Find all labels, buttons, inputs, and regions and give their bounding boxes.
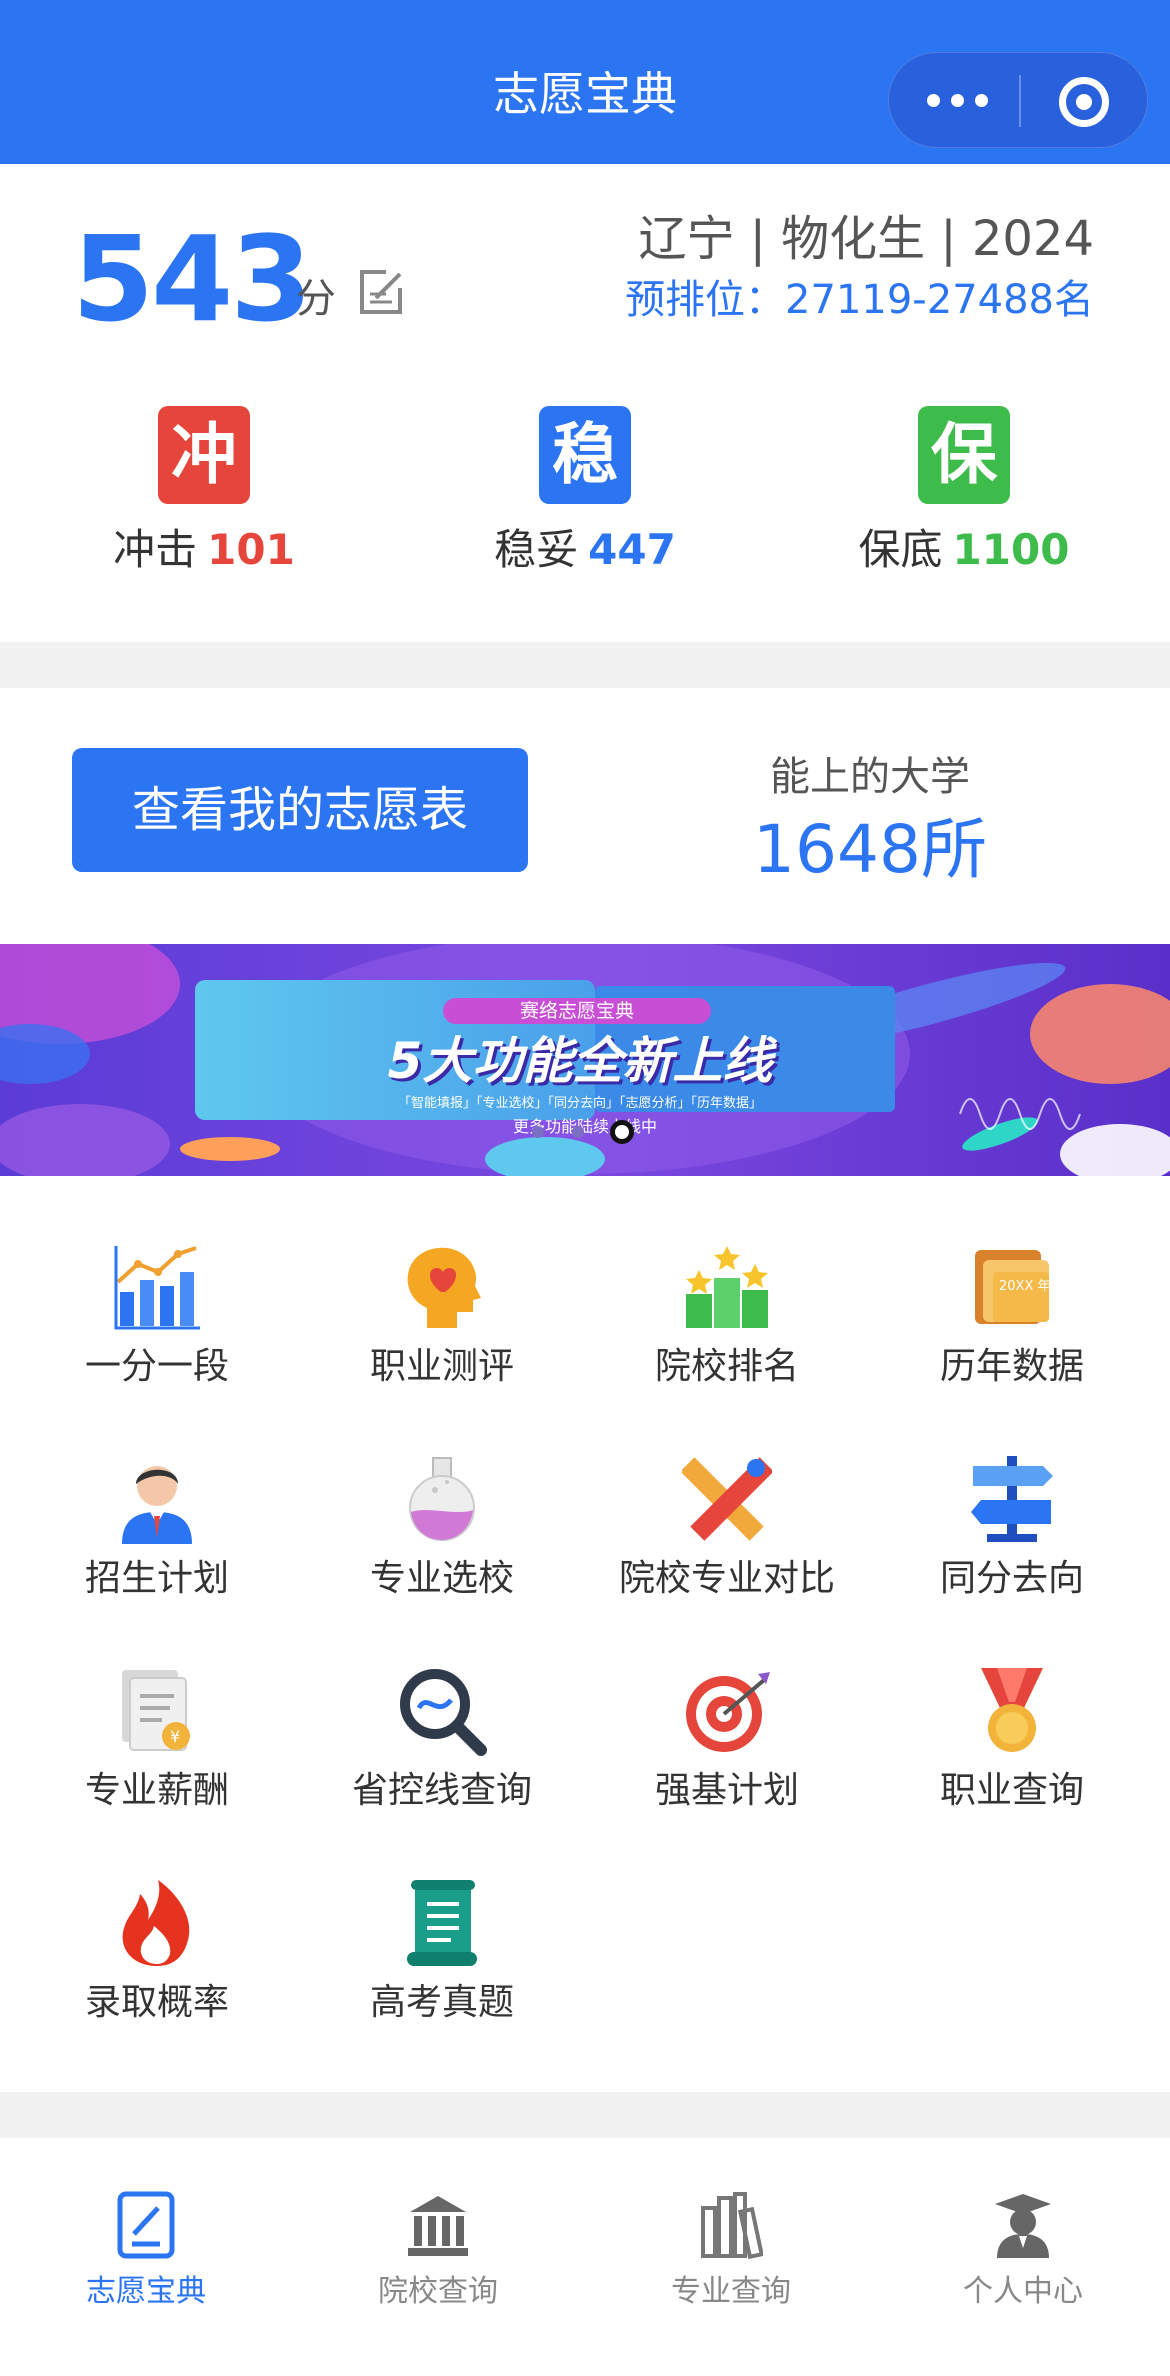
grid-item-label: 历年数据 bbox=[939, 1346, 1084, 1387]
grid-item-label: 一分一段 bbox=[84, 1346, 229, 1387]
grid-item-major-salary[interactable]: ¥ 专业薪酬 bbox=[11, 1666, 303, 1826]
tab-label: 院校查询 bbox=[378, 2274, 498, 2309]
category-safe[interactable]: 保 保底 1100 bbox=[844, 406, 1084, 596]
tab-label: 志愿宝典 bbox=[86, 2274, 206, 2309]
salary-doc-icon: ¥ bbox=[122, 1670, 190, 1751]
grid-item-label: 专业选校 bbox=[369, 1558, 514, 1599]
grid-item-admission-probability[interactable]: 录取概率 bbox=[11, 1878, 303, 2038]
grid-item-label: 高考真题 bbox=[369, 1982, 514, 2023]
medal-icon bbox=[981, 1668, 1043, 1752]
category-label: 保底 bbox=[858, 525, 943, 574]
close-target-icon[interactable] bbox=[1059, 77, 1109, 127]
category-count: 1100 bbox=[952, 525, 1070, 574]
chart-icon bbox=[114, 1246, 200, 1330]
capsule-divider bbox=[1019, 75, 1021, 127]
scroll-icon bbox=[407, 1880, 477, 1966]
tab-personal-center[interactable]: 个人中心 bbox=[877, 2190, 1169, 2330]
score-card: 543 分 辽宁 | 物化生 | 2024 预排位：27119-27488名 冲… bbox=[0, 164, 1170, 642]
view-volunteer-table-button[interactable]: 查看我的志愿表 bbox=[72, 748, 528, 872]
steady-badge-icon: 稳 bbox=[539, 406, 631, 504]
mini-program-capsule bbox=[888, 52, 1148, 148]
grid-item-school-ranking[interactable]: 院校排名 bbox=[581, 1242, 873, 1402]
rush-badge-icon: 冲 bbox=[158, 406, 250, 504]
banner-tag: 赛络志愿宝典 bbox=[443, 998, 711, 1024]
nav-bar: 志愿宝典 bbox=[0, 0, 1170, 164]
ranking-icon bbox=[686, 1246, 768, 1328]
reachable-uni-count: 1648所 bbox=[753, 811, 987, 888]
bottom-tab-bar: 志愿宝典 院校查询 专业查询 个人中心 bbox=[0, 2138, 1170, 2376]
school-icon bbox=[408, 2196, 468, 2256]
grid-item-career-query[interactable]: 职业查询 bbox=[866, 1666, 1158, 1826]
ruler-pencil-icon bbox=[682, 1457, 772, 1541]
grid-item-label: 录取概率 bbox=[84, 1982, 229, 2023]
grid-item-label: 省控线查询 bbox=[351, 1770, 532, 1811]
grid-item-label: 院校排名 bbox=[654, 1346, 799, 1387]
fire-icon bbox=[122, 1880, 190, 1966]
tab-major-query[interactable]: 专业查询 bbox=[585, 2190, 877, 2330]
graduate-icon bbox=[995, 2194, 1051, 2258]
safe-badge-icon: 保 bbox=[918, 406, 1010, 504]
carousel-indicator[interactable] bbox=[532, 1116, 642, 1146]
tab-label: 个人中心 bbox=[963, 2274, 1083, 2309]
grid-item-label: 专业薪酬 bbox=[84, 1770, 229, 1811]
signpost-icon bbox=[971, 1456, 1053, 1542]
grid-item-exam-papers[interactable]: 高考真题 bbox=[296, 1878, 588, 2038]
grid-item-enrollment-plan[interactable]: 招生计划 bbox=[11, 1454, 303, 1614]
grid-item-strong-base[interactable]: 强基计划 bbox=[581, 1666, 873, 1826]
reachable-uni-label: 能上的大学 bbox=[770, 754, 970, 800]
target-icon bbox=[686, 1672, 770, 1752]
tab-school-query[interactable]: 院校查询 bbox=[292, 2190, 584, 2330]
grid-item-same-score[interactable]: 同分去向 bbox=[866, 1454, 1158, 1614]
grid-item-label: 院校专业对比 bbox=[618, 1558, 835, 1599]
grid-item-major-school[interactable]: 专业选校 bbox=[296, 1454, 588, 1614]
score-unit: 分 bbox=[296, 276, 336, 322]
volunteer-card: 查看我的志愿表 能上的大学 1648所 bbox=[0, 688, 1170, 944]
province-info: 辽宁 | 物化生 | 2024 bbox=[638, 211, 1094, 267]
grid-item-compare[interactable]: 院校专业对比 bbox=[581, 1454, 873, 1614]
grid-item-control-line[interactable]: 省控线查询 bbox=[296, 1666, 588, 1826]
carousel-dot[interactable] bbox=[532, 1126, 544, 1138]
edit-doc-icon bbox=[117, 2191, 175, 2259]
grid-item-historical-data[interactable]: 20XX 年 历年数据 bbox=[866, 1242, 1158, 1402]
tab-volunteer-guide[interactable]: 志愿宝典 bbox=[0, 2190, 292, 2330]
folder-icon: 20XX 年 bbox=[975, 1250, 1051, 1324]
flask-icon bbox=[409, 1457, 475, 1541]
promo-banner[interactable]: 赛络志愿宝典 5大功能全新上线 「智能填报」「专业选校」「同分去向」「志愿分析」… bbox=[0, 944, 1170, 1176]
svg-text:¥: ¥ bbox=[170, 1727, 180, 1746]
tab-label: 专业查询 bbox=[671, 2274, 791, 2309]
svg-text:20XX 年: 20XX 年 bbox=[999, 1279, 1051, 1294]
grid-item-label: 同分去向 bbox=[939, 1558, 1084, 1599]
grid-item-label: 职业测评 bbox=[369, 1346, 514, 1387]
score-value: 543 bbox=[72, 210, 312, 348]
books-icon bbox=[701, 2192, 763, 2260]
more-icon[interactable] bbox=[927, 91, 997, 111]
grid-item-career-test[interactable]: 职业测评 bbox=[296, 1242, 588, 1402]
feature-grid: 一分一段 职业测评 院校排名 20XX 年 历年数据 招生计划 专业选校 院校专… bbox=[0, 1176, 1170, 2092]
category-steady[interactable]: 稳 稳妥 447 bbox=[465, 406, 705, 596]
grid-item-label: 职业查询 bbox=[939, 1770, 1084, 1811]
grid-item-label: 强基计划 bbox=[654, 1770, 799, 1811]
category-label: 冲击 bbox=[113, 525, 198, 574]
rank-estimate: 预排位：27119-27488名 bbox=[625, 277, 1094, 323]
category-count: 101 bbox=[207, 525, 295, 574]
category-label: 稳妥 bbox=[494, 525, 579, 574]
carousel-dot-active[interactable] bbox=[610, 1120, 634, 1144]
grid-item-score-segment[interactable]: 一分一段 bbox=[11, 1242, 303, 1402]
category-rush[interactable]: 冲 冲击 101 bbox=[84, 406, 324, 596]
carousel-dot[interactable] bbox=[572, 1126, 584, 1138]
edit-icon[interactable] bbox=[356, 266, 408, 318]
category-count: 447 bbox=[588, 525, 676, 574]
head-heart-icon bbox=[407, 1247, 481, 1328]
grid-item-label: 招生计划 bbox=[84, 1558, 229, 1599]
person-icon bbox=[122, 1466, 192, 1544]
banner-subtitle: 「智能填报」「专业选校」「同分去向」「志愿分析」「历年数据」 bbox=[397, 1096, 762, 1111]
banner-title: 5大功能全新上线 bbox=[387, 1032, 773, 1090]
magnifier-icon bbox=[400, 1669, 487, 1756]
